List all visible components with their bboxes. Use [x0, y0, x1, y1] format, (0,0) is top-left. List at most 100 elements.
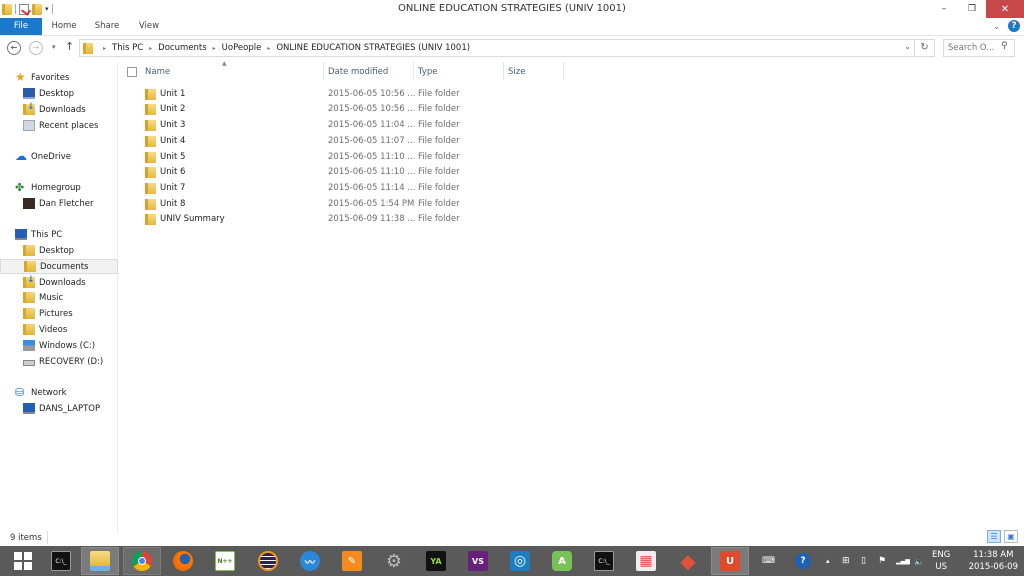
column-header-date-modified[interactable]: Date modified: [328, 62, 388, 82]
expand-ribbon-icon[interactable]: ⌄: [993, 22, 1000, 31]
nav-dans-laptop[interactable]: DANS_LAPTOP: [0, 401, 118, 416]
homegroup-icon: ✤: [15, 181, 25, 194]
taskbar-settings[interactable]: ⚙: [375, 547, 413, 575]
taskbar-apps-grid[interactable]: ▦: [627, 547, 665, 575]
nav-pc-documents[interactable]: Documents: [0, 259, 118, 274]
nav-this-pc[interactable]: This PC: [0, 227, 118, 242]
details-view-button[interactable]: ☰: [987, 530, 1001, 543]
nav-pc-music[interactable]: Music: [0, 290, 118, 305]
help-icon[interactable]: ?: [1008, 20, 1020, 32]
column-divider[interactable]: [503, 62, 504, 80]
address-history-dropdown[interactable]: ⌄: [904, 42, 911, 51]
refresh-button[interactable]: ↻: [915, 39, 935, 57]
file-row[interactable]: Unit 7 2015-06-05 11:14 ... File folder: [140, 181, 560, 196]
file-row[interactable]: Unit 3 2015-06-05 11:04 ... File folder: [140, 118, 560, 133]
taskbar-visual-studio[interactable]: VS: [459, 547, 497, 575]
file-row[interactable]: UNIV Summary 2015-06-09 11:38 ... File f…: [140, 212, 560, 227]
column-divider[interactable]: [323, 62, 324, 80]
nav-favorites[interactable]: ★ Favorites: [0, 70, 118, 85]
signal-icon[interactable]: ▂▄▆: [896, 546, 910, 576]
nav-network[interactable]: ⛁ Network: [0, 385, 118, 400]
taskbar-red-app[interactable]: U: [711, 547, 749, 575]
taskbar-git[interactable]: ◆: [669, 547, 707, 575]
column-header-name[interactable]: Name: [145, 62, 170, 82]
nav-favorites-downloads[interactable]: Downloads: [0, 102, 118, 117]
column-header-type[interactable]: Type: [418, 62, 438, 82]
file-row[interactable]: Unit 4 2015-06-05 11:07 ... File folder: [140, 134, 560, 149]
column-divider[interactable]: [413, 62, 414, 80]
tab-share[interactable]: Share: [86, 18, 128, 35]
nav-recovery-drive[interactable]: RECOVERY (D:): [0, 354, 118, 369]
nav-favorites-desktop[interactable]: Desktop: [0, 86, 118, 101]
breadcrumb-uopeople[interactable]: UoPeople: [222, 43, 262, 53]
file-row[interactable]: Unit 8 2015-06-05 1:54 PM File folder: [140, 197, 560, 212]
nav-recent-places[interactable]: Recent places: [0, 118, 118, 133]
show-hidden-icons-button[interactable]: ▴: [826, 546, 830, 576]
restore-button[interactable]: ❐: [958, 0, 986, 18]
nav-windows-drive[interactable]: Windows (C:): [0, 338, 118, 353]
taskbar-chrome[interactable]: [123, 547, 161, 575]
file-row[interactable]: Unit 5 2015-06-05 11:10 ... File folder: [140, 150, 560, 165]
action-center-icon[interactable]: ⊞: [842, 546, 850, 576]
search-icon[interactable]: ⚲: [1001, 41, 1008, 51]
volume-icon[interactable]: 🔈: [914, 546, 924, 576]
file-row[interactable]: Unit 2 2015-06-05 10:56 ... File folder: [140, 102, 560, 117]
nav-pc-downloads[interactable]: Downloads: [0, 275, 118, 290]
nav-user-dan-fletcher[interactable]: Dan Fletcher: [0, 196, 118, 211]
nav-label: Videos: [39, 324, 68, 335]
taskbar-app-ya[interactable]: YA: [417, 547, 455, 575]
taskbar-firefox[interactable]: [164, 547, 202, 575]
file-name: Unit 8: [160, 199, 186, 209]
flag-icon[interactable]: ⚑: [878, 546, 886, 576]
recent-locations-dropdown[interactable]: ▾: [52, 43, 56, 51]
breadcrumb-current-folder[interactable]: ONLINE EDUCATION STRATEGIES (UNIV 1001): [276, 43, 470, 53]
crumb-separator[interactable]: ▸: [213, 45, 216, 52]
breadcrumb-documents[interactable]: Documents: [158, 43, 206, 53]
large-icons-view-button[interactable]: ▣: [1004, 530, 1018, 543]
nav-pc-desktop[interactable]: Desktop: [0, 243, 118, 258]
taskbar-network-monitor[interactable]: ◎: [501, 547, 539, 575]
select-all-checkbox[interactable]: [127, 67, 137, 77]
nav-onedrive[interactable]: ☁ OneDrive: [0, 149, 118, 164]
file-name: UNIV Summary: [160, 214, 225, 224]
android-studio-icon: A: [552, 551, 572, 571]
crumb-separator[interactable]: ▸: [103, 45, 106, 52]
taskbar-notepad-plus-plus[interactable]: N++: [206, 547, 244, 575]
column-header-size[interactable]: Size: [508, 62, 525, 82]
nav-pc-pictures[interactable]: Pictures: [0, 306, 118, 321]
taskbar-command-prompt[interactable]: C:\_: [42, 547, 80, 575]
forward-button[interactable]: →: [29, 41, 43, 55]
close-button[interactable]: ✕: [986, 0, 1024, 18]
taskbar-wunderlist[interactable]: 〰: [291, 547, 329, 575]
minimize-button[interactable]: –: [930, 0, 958, 18]
tab-view[interactable]: View: [130, 18, 168, 35]
file-name: Unit 6: [160, 167, 186, 177]
address-bar[interactable]: ▸ This PC ▸ Documents ▸ UoPeople ▸ ONLIN…: [79, 39, 915, 57]
taskbar-file-explorer[interactable]: [81, 547, 119, 575]
start-button[interactable]: [4, 547, 42, 575]
column-divider[interactable]: [563, 62, 564, 80]
file-row[interactable]: Unit 1 2015-06-05 10:56 ... File folder: [140, 87, 560, 102]
input-language[interactable]: ENG US: [932, 549, 950, 573]
power-icon[interactable]: ▯: [861, 546, 866, 576]
tab-home[interactable]: Home: [44, 18, 84, 35]
file-row[interactable]: Unit 6 2015-06-05 11:10 ... File folder: [140, 165, 560, 180]
tab-file[interactable]: File: [0, 18, 42, 35]
back-button[interactable]: ←: [7, 41, 21, 55]
clock[interactable]: 11:38 AM 2015-06-09: [969, 549, 1018, 573]
windows-drive-icon: [23, 340, 35, 351]
help-alert-icon[interactable]: ?: [795, 546, 811, 576]
nav-pc-videos[interactable]: Videos: [0, 322, 118, 337]
divider: [47, 531, 48, 544]
up-button[interactable]: ↑: [65, 40, 74, 53]
taskbar-eclipse[interactable]: [249, 547, 287, 575]
breadcrumb-this-pc[interactable]: This PC: [112, 43, 143, 53]
touch-keyboard-icon[interactable]: ⌨: [762, 546, 775, 576]
nav-label: Favorites: [31, 72, 70, 83]
crumb-separator[interactable]: ▸: [149, 45, 152, 52]
taskbar-command-prompt-2[interactable]: C:\_: [585, 547, 623, 575]
crumb-separator[interactable]: ▸: [267, 45, 270, 52]
taskbar-android-studio[interactable]: A: [543, 547, 581, 575]
taskbar-editor[interactable]: ✎: [333, 547, 371, 575]
nav-homegroup[interactable]: ✤ Homegroup: [0, 180, 118, 195]
